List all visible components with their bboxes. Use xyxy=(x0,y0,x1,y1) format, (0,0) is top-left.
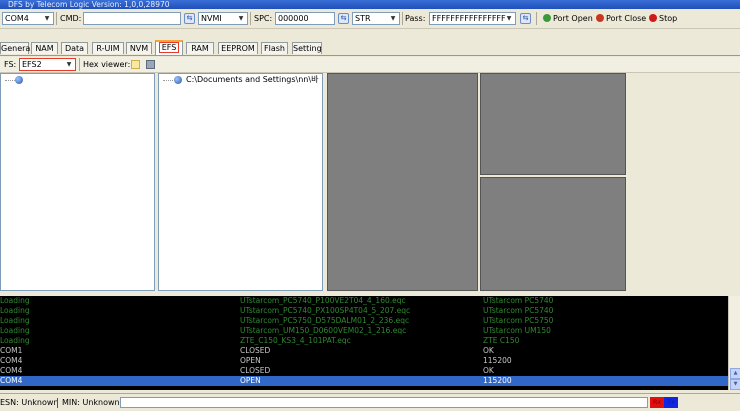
hex-viewer-label: Hex viewer: xyxy=(83,60,131,69)
esn-status: ESN: Unknown xyxy=(0,398,59,407)
send-cmd-icon[interactable]: ⇆ xyxy=(184,13,195,24)
log-row[interactable]: COM4 OPEN 115200 xyxy=(0,356,728,366)
log-panel[interactable]: Loading UTstarcom_PC5740_P100VE2T04_4_16… xyxy=(0,296,728,390)
min-status: MIN: Unknown xyxy=(62,398,120,407)
tab-general[interactable]: General xyxy=(0,42,33,54)
tab-data[interactable]: Data xyxy=(61,42,88,54)
chevron-down-icon: ▼ xyxy=(44,15,50,22)
send-pass-icon[interactable]: ⇆ xyxy=(520,13,531,24)
spc-label: SPC: xyxy=(254,14,273,23)
separator xyxy=(57,398,58,408)
device-tree-panel[interactable] xyxy=(0,73,155,291)
tab-ram[interactable]: RAM xyxy=(186,42,214,54)
local-path[interactable]: C:\Documents and Settings\nn\바 xyxy=(186,74,322,85)
tab-flash[interactable]: Flash xyxy=(261,42,288,54)
tab-efs[interactable]: EFS xyxy=(155,40,183,55)
port-select-value: COM4 xyxy=(5,14,29,23)
window-title: DFS by Telecom Logic Version: 1,0,0,2897… xyxy=(8,0,170,9)
tree-line xyxy=(5,80,15,81)
save-icon[interactable] xyxy=(146,60,155,69)
cmd-label: CMD: xyxy=(60,14,82,23)
log-row[interactable]: Loading UTstarcom_PC5740_PX100SP4T04_5_2… xyxy=(0,306,728,316)
port-close-icon xyxy=(596,14,604,22)
fs-select-value: EFS2 xyxy=(22,60,42,69)
folder-root-icon[interactable] xyxy=(174,76,182,84)
log-row[interactable]: Loading ZTE_C150_KS3_4_101PAT.eqc ZTE C1… xyxy=(0,336,728,346)
tab-nam[interactable]: NAM xyxy=(31,42,58,54)
title-bar: DFS by Telecom Logic Version: 1,0,0,2897… xyxy=(0,0,740,9)
cmd-input[interactable] xyxy=(83,12,181,25)
log-scrollbar[interactable]: ▲ ▼ xyxy=(728,296,740,390)
tab-r-uim[interactable]: R-UIM xyxy=(92,42,124,54)
separator xyxy=(56,12,57,25)
local-tree-panel[interactable]: C:\Documents and Settings\nn\바 xyxy=(158,73,323,291)
separator xyxy=(536,12,537,25)
stop-button[interactable]: Stop xyxy=(649,12,677,25)
chevron-down-icon: ▼ xyxy=(390,15,396,22)
tree-line xyxy=(163,80,173,81)
pass-select-value: FFFFFFFFFFFFFFFF xyxy=(432,14,506,23)
spc-type-select[interactable]: STR ▼ xyxy=(352,12,400,25)
status-input[interactable] xyxy=(120,397,648,408)
open-file-icon[interactable] xyxy=(131,60,140,69)
separator xyxy=(402,12,403,25)
log-row[interactable]: Loading UTstarcom_UM150_D0600VEM02_1_216… xyxy=(0,326,728,336)
scroll-up-icon[interactable]: ▲ xyxy=(730,368,740,379)
viewer-pane-top-right xyxy=(480,73,626,175)
tab-eeprom[interactable]: EEPROM xyxy=(218,42,258,54)
spc-input[interactable]: 000000 xyxy=(275,12,335,25)
port-close-button[interactable]: Port Close xyxy=(596,12,646,25)
send-spc-icon[interactable]: ⇆ xyxy=(338,13,349,24)
port-select[interactable]: COM4 ▼ xyxy=(2,12,54,25)
chevron-down-icon: ▼ xyxy=(66,61,72,68)
log-row[interactable]: Loading UTstarcom_PC5740_P100VE2T04_4_16… xyxy=(0,296,728,306)
log-row[interactable]: COM4 CLOSED OK xyxy=(0,366,728,376)
viewer-pane-bottom-right xyxy=(480,177,626,291)
stop-icon xyxy=(649,14,657,22)
chevron-down-icon: ▼ xyxy=(238,15,244,22)
viewer-pane-left xyxy=(327,73,478,291)
fs-select[interactable]: EFS2 ▼ xyxy=(19,58,76,71)
rx-indicator: Rx xyxy=(650,397,664,408)
pass-select[interactable]: FFFFFFFFFFFFFFFF ▼ xyxy=(429,12,516,25)
mode-select-value: NVMI xyxy=(201,14,222,23)
log-row[interactable]: Loading UTstarcom_PC5750_D575DALM01_2_23… xyxy=(0,316,728,326)
chevron-down-icon: ▼ xyxy=(506,15,512,22)
scroll-down-icon[interactable]: ▼ xyxy=(730,379,740,390)
log-row-selected[interactable]: COM4 OPEN 115200 xyxy=(0,376,728,386)
fs-toolbar: FS: EFS2 ▼ Hex viewer: xyxy=(0,57,740,73)
tab-setting[interactable]: Setting xyxy=(292,42,322,54)
log-row[interactable]: COM1 CLOSED OK xyxy=(0,346,728,356)
port-open-icon xyxy=(543,14,551,22)
status-bar: ESN: Unknown MIN: Unknown Rx Tx xyxy=(0,393,740,411)
port-open-button[interactable]: Port Open xyxy=(543,12,593,25)
toolbar: COM4 ▼ CMD: ⇆ NVMI ▼ SPC: 000000 ⇆ STR ▼… xyxy=(0,9,740,29)
pass-label: Pass: xyxy=(405,14,426,23)
spc-type-value: STR xyxy=(355,14,371,23)
mode-select[interactable]: NVMI ▼ xyxy=(198,12,248,25)
separator xyxy=(79,58,80,71)
tab-bar: General NAM Data R-UIM NVM EFS RAM EEPRO… xyxy=(0,40,740,56)
tab-nvm[interactable]: NVM xyxy=(126,42,152,54)
device-root-icon[interactable] xyxy=(15,76,23,84)
tx-indicator: Tx xyxy=(664,397,678,408)
fs-label: FS: xyxy=(4,60,17,69)
separator xyxy=(250,12,251,25)
